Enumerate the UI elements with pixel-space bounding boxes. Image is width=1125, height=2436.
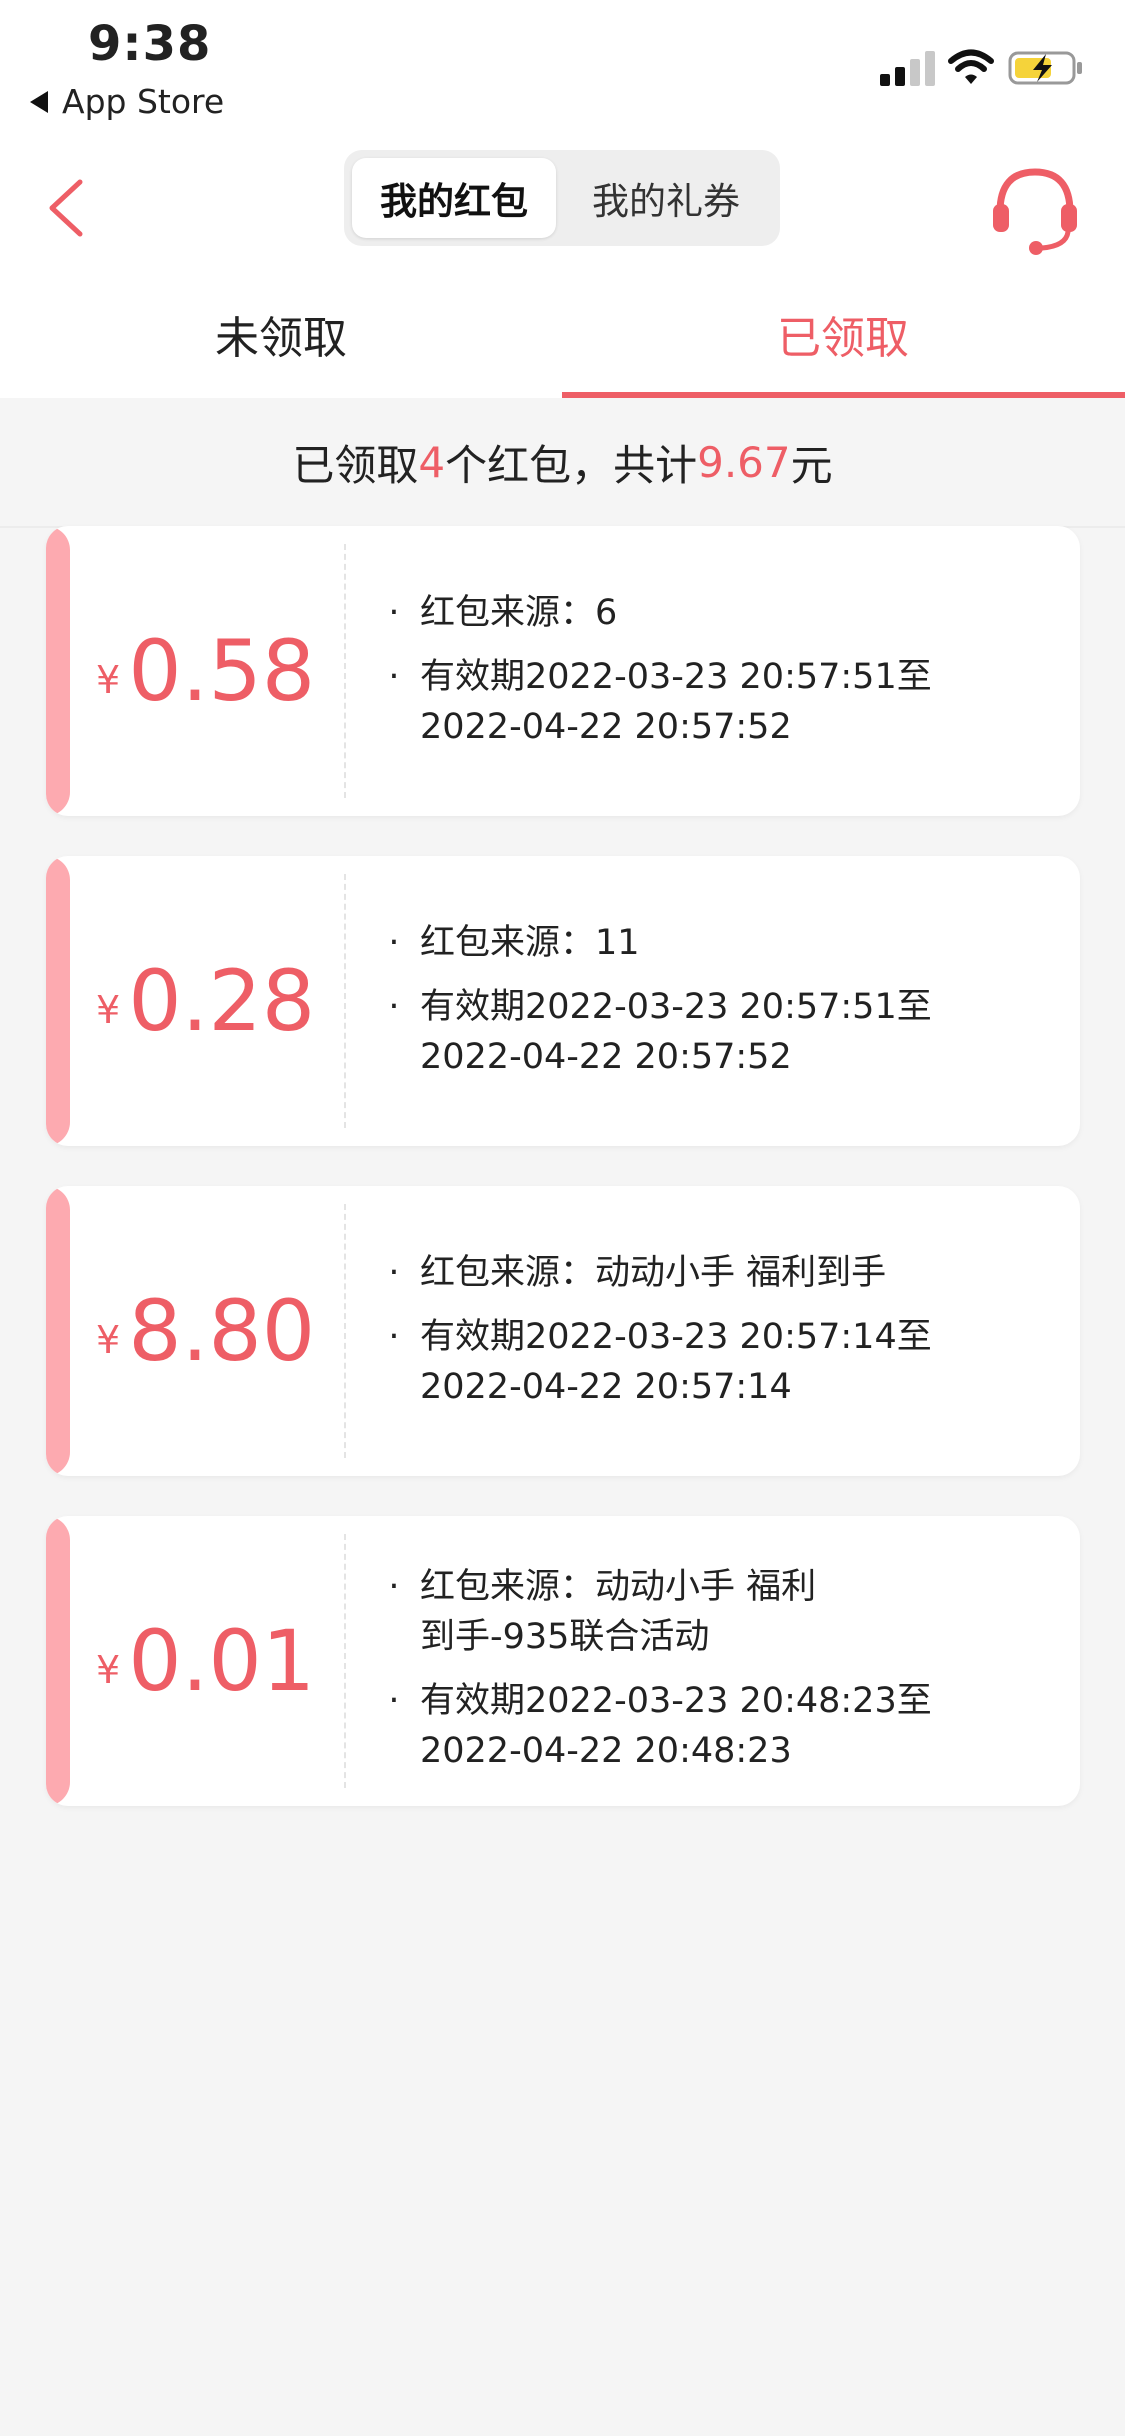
red-packet-details: · 红包来源：动动小手 福利到手 · 有效期2022-03-23 20:57:1… — [380, 1248, 1030, 1412]
amount-value: 0.28 — [128, 952, 316, 1050]
card-accent-strip — [46, 526, 70, 816]
summary-count: 4 — [418, 437, 446, 487]
bullet-dot: · — [388, 657, 400, 697]
red-packet-amount: ¥ 0.58 — [96, 526, 346, 816]
back-triangle-icon — [30, 90, 48, 113]
validity-line: · 有效期2022-03-23 20:48:23至 2022-04-22 20:… — [380, 1676, 1030, 1776]
back-chevron-icon[interactable] — [40, 168, 100, 248]
wifi-icon — [948, 49, 994, 84]
validity-end: 2022-04-22 20:57:52 — [420, 707, 792, 747]
source-line: · 红包来源：动动小手 福利 到手-935联合活动 — [380, 1562, 1030, 1662]
red-packet-card[interactable]: ¥ 0.28 · 红包来源：11 · 有效期2022-03-23 20:57:5… — [46, 856, 1080, 1146]
red-packet-card[interactable]: ¥ 8.80 · 红包来源：动动小手 福利到手 · 有效期2022-03-23 … — [46, 1186, 1080, 1476]
red-packet-amount: ¥ 0.01 — [96, 1516, 346, 1806]
amount-value: 0.58 — [128, 622, 316, 720]
red-packet-amount: ¥ 0.28 — [96, 856, 346, 1146]
red-packet-card[interactable]: ¥ 0.58 · 红包来源：6 · 有效期2022-03-23 20:57:51… — [46, 526, 1080, 816]
bullet-dot: · — [388, 1567, 400, 1607]
dashed-divider — [344, 874, 346, 1128]
validity-start: 有效期2022-03-23 20:48:23至 — [420, 1681, 932, 1721]
source-value: 6 — [595, 593, 618, 633]
summary-middle: 个红包，共计 — [445, 440, 698, 490]
header: 我的红包 我的礼券 未领取 已领取 — [0, 140, 1125, 398]
source-value: 动动小手 福利到手 — [595, 1253, 887, 1293]
validity-line: · 有效期2022-03-23 20:57:14至 2022-04-22 20:… — [380, 1312, 1030, 1412]
segment-control: 我的红包 我的礼券 — [344, 150, 780, 246]
source-line: · 红包来源：动动小手 福利到手 — [380, 1248, 1030, 1298]
card-accent-strip — [46, 856, 70, 1146]
validity-line: · 有效期2022-03-23 20:57:51至 2022-04-22 20:… — [380, 982, 1030, 1082]
red-packet-details: · 红包来源：动动小手 福利 到手-935联合活动 · 有效期2022-03-2… — [380, 1562, 1030, 1776]
source-label: 红包来源： — [420, 593, 596, 633]
card-accent-strip — [46, 1516, 70, 1806]
red-packet-row: ¥ 0.01 · 红包来源：动动小手 福利 到手-935联合活动 · 有效期20… — [0, 1516, 1125, 1816]
customer-service-headset-icon[interactable] — [990, 160, 1080, 256]
source-line: · 红包来源：11 — [380, 918, 1030, 968]
currency-symbol: ¥ — [96, 658, 121, 702]
summary-suffix: 元 — [790, 440, 833, 490]
validity-start: 有效期2022-03-23 20:57:51至 — [420, 987, 932, 1027]
validity-end: 2022-04-22 20:57:14 — [420, 1367, 792, 1407]
source-label: 红包来源： — [420, 923, 596, 963]
validity-end: 2022-04-22 20:48:23 — [420, 1731, 792, 1771]
red-packet-card[interactable]: ¥ 0.01 · 红包来源：动动小手 福利 到手-935联合活动 · 有效期20… — [46, 1516, 1080, 1806]
status-time: 9:38 — [88, 16, 212, 72]
red-packet-row: ¥ 8.80 · 红包来源：动动小手 福利到手 · 有效期2022-03-23 … — [0, 1186, 1125, 1486]
validity-line: · 有效期2022-03-23 20:57:51至 2022-04-22 20:… — [380, 652, 1030, 752]
currency-symbol: ¥ — [96, 1318, 121, 1362]
amount-value: 0.01 — [128, 1612, 316, 1710]
bullet-dot: · — [388, 1681, 400, 1721]
source-label: 红包来源： — [420, 1567, 596, 1607]
validity-end: 2022-04-22 20:57:52 — [420, 1037, 792, 1077]
segment-my-coupons[interactable]: 我的礼券 — [564, 158, 768, 238]
cellular-signal-icon — [880, 51, 935, 86]
summary-total: 9.67 — [697, 437, 791, 487]
red-packet-row: ¥ 0.28 · 红包来源：11 · 有效期2022-03-23 20:57:5… — [0, 856, 1125, 1156]
source-line: · 红包来源：6 — [380, 588, 1030, 638]
red-packet-details: · 红包来源：11 · 有效期2022-03-23 20:57:51至 2022… — [380, 918, 1030, 1082]
bullet-dot: · — [388, 1253, 400, 1293]
validity-start: 有效期2022-03-23 20:57:14至 — [420, 1317, 932, 1357]
bullet-dot: · — [388, 1317, 400, 1357]
bullet-dot: · — [388, 593, 400, 633]
tab-claimed[interactable]: 已领取 — [562, 270, 1124, 398]
source-value: 动动小手 福利 — [595, 1567, 817, 1607]
currency-symbol: ¥ — [96, 988, 121, 1032]
claimed-summary: 已领取 4 个红包，共计 9.67 元 — [0, 398, 1125, 528]
dashed-divider — [344, 1204, 346, 1458]
source-value-continued: 到手-935联合活动 — [420, 1617, 710, 1657]
dashed-divider — [344, 544, 346, 798]
summary-prefix: 已领取 — [292, 440, 419, 490]
bullet-dot: · — [388, 987, 400, 1027]
segment-my-red-packets[interactable]: 我的红包 — [352, 158, 556, 238]
amount-value: 8.80 — [128, 1282, 316, 1380]
back-to-app-store[interactable]: App Store — [30, 82, 224, 121]
red-packet-amount: ¥ 8.80 — [96, 1186, 346, 1476]
dashed-divider — [344, 1534, 346, 1788]
battery-charging-icon — [1008, 51, 1082, 85]
source-label: 红包来源： — [420, 1253, 596, 1293]
back-app-label: App Store — [62, 82, 225, 121]
source-value: 11 — [595, 923, 640, 963]
card-accent-strip — [46, 1186, 70, 1476]
currency-symbol: ¥ — [96, 1648, 121, 1692]
red-packet-details: · 红包来源：6 · 有效期2022-03-23 20:57:51至 2022-… — [380, 588, 1030, 752]
bullet-dot: · — [388, 923, 400, 963]
status-bar: 9:38 App Store — [0, 0, 1125, 140]
red-packet-row: ¥ 0.58 · 红包来源：6 · 有效期2022-03-23 20:57:51… — [0, 526, 1125, 826]
tab-unclaimed[interactable]: 未领取 — [0, 270, 562, 398]
tab-bar: 未领取 已领取 — [0, 270, 1125, 398]
validity-start: 有效期2022-03-23 20:57:51至 — [420, 657, 932, 697]
